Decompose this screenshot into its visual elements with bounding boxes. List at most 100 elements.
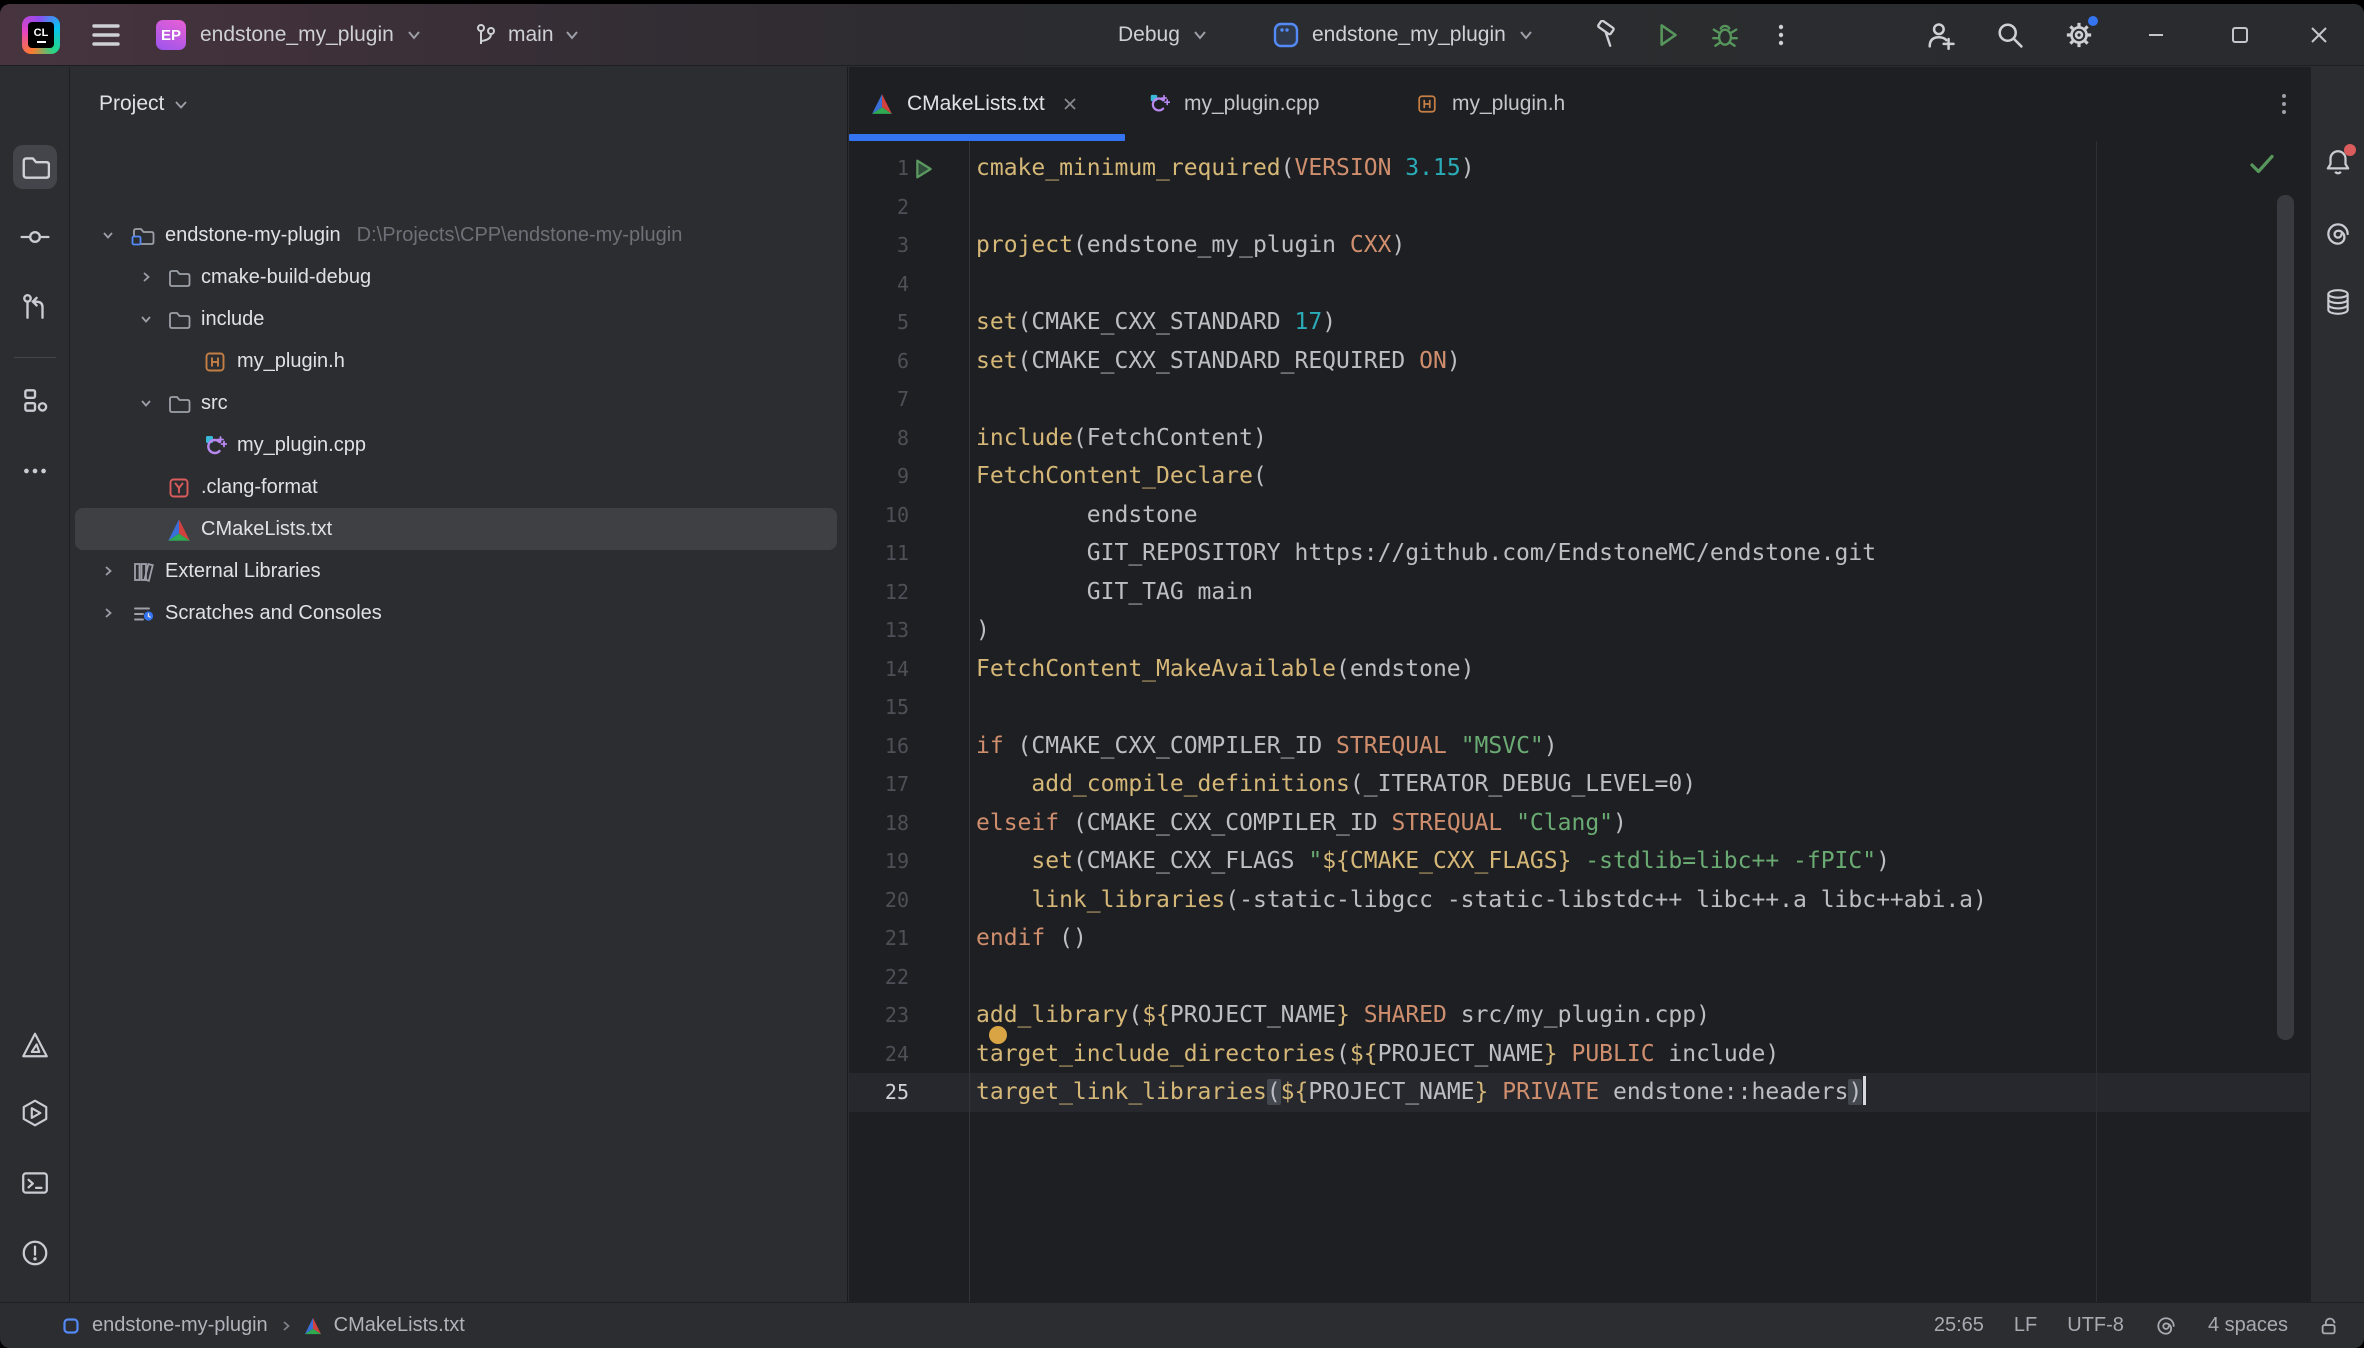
- project-panel-header[interactable]: Project: [99, 89, 188, 119]
- code-line-20[interactable]: 20 link_libraries(-static-libgcc -static…: [849, 881, 2310, 920]
- line-number[interactable]: 12: [849, 573, 909, 612]
- search-everywhere-button[interactable]: [1994, 4, 2026, 66]
- tool-project-button[interactable]: [13, 145, 57, 189]
- line-number[interactable]: 24: [849, 1035, 909, 1074]
- code-line-21[interactable]: 21endif (): [849, 919, 2310, 958]
- encoding-widget[interactable]: UTF-8: [2067, 1314, 2124, 1337]
- caret-position-widget[interactable]: 25:65: [1934, 1314, 1984, 1337]
- line-number[interactable]: 19: [849, 842, 909, 881]
- notifications-button[interactable]: [2318, 144, 2358, 184]
- settings-button[interactable]: [2062, 4, 2096, 66]
- tree-item-scratches[interactable]: Scratches and Consoles: [75, 592, 837, 634]
- code-line-23[interactable]: 23add_library(${PROJECT_NAME} SHARED src…: [849, 996, 2310, 1035]
- code-line-15[interactable]: 15: [849, 688, 2310, 727]
- line-number[interactable]: 3: [849, 226, 909, 265]
- line-number[interactable]: 13: [849, 611, 909, 650]
- line-number[interactable]: 23: [849, 996, 909, 1035]
- database-button[interactable]: [2318, 282, 2358, 322]
- close-button[interactable]: [2287, 4, 2351, 66]
- code-with-me-button[interactable]: [1924, 4, 1956, 66]
- ai-assistant-button[interactable]: [2318, 214, 2358, 254]
- code-line-17[interactable]: 17 add_compile_definitions(_ITERATOR_DEB…: [849, 765, 2310, 804]
- more-run-options-button[interactable]: [1768, 4, 1794, 66]
- line-number[interactable]: 10: [849, 496, 909, 535]
- code-line-4[interactable]: 4: [849, 265, 2310, 304]
- code-line-8[interactable]: 8include(FetchContent): [849, 419, 2310, 458]
- code-line-10[interactable]: 10 endstone: [849, 496, 2310, 535]
- clion-logo-icon[interactable]: CL: [22, 4, 60, 66]
- chevron-right-icon[interactable]: [139, 270, 153, 284]
- proofread-widget[interactable]: [2154, 1314, 2178, 1338]
- line-number[interactable]: 1: [849, 149, 909, 188]
- project-widget[interactable]: EP endstone_my_plugin: [156, 4, 422, 66]
- breadcrumb-project[interactable]: endstone-my-plugin: [92, 1314, 268, 1337]
- line-number[interactable]: 15: [849, 688, 909, 727]
- line-number[interactable]: 25: [849, 1073, 909, 1112]
- code-line-14[interactable]: 14FetchContent_MakeAvailable(endstone): [849, 650, 2310, 689]
- tree-item-external-libraries[interactable]: External Libraries: [75, 550, 837, 592]
- intention-bulb-icon[interactable]: [989, 1026, 1007, 1044]
- run-button[interactable]: [1652, 4, 1682, 66]
- tree-item-cmakelists-selected[interactable]: CMakeLists.txt: [75, 508, 837, 550]
- tool-pull-requests-button[interactable]: [13, 285, 57, 329]
- inspections-ok-icon[interactable]: [2249, 153, 2275, 179]
- tool-commit-button[interactable]: [13, 215, 57, 259]
- build-button[interactable]: [1592, 4, 1622, 66]
- close-tab-icon[interactable]: [1061, 95, 1079, 113]
- line-number[interactable]: 9: [849, 457, 909, 496]
- code-line-25[interactable]: 25target_link_libraries(${PROJECT_NAME} …: [849, 1073, 2310, 1112]
- chevron-down-icon[interactable]: [101, 228, 115, 242]
- tree-item-my-plugin-cpp[interactable]: my_plugin.cpp: [75, 424, 837, 466]
- code-line-2[interactable]: 2: [849, 188, 2310, 227]
- breadcrumb-file[interactable]: CMakeLists.txt: [334, 1314, 465, 1337]
- tree-item-project-root[interactable]: endstone-my-pluginD:\Projects\CPP\endsto…: [75, 214, 837, 256]
- tree-item-include[interactable]: include: [75, 298, 837, 340]
- line-number[interactable]: 6: [849, 342, 909, 381]
- line-number[interactable]: 7: [849, 380, 909, 419]
- chevron-down-icon[interactable]: [139, 396, 153, 410]
- line-number[interactable]: 20: [849, 881, 909, 920]
- code-line-1[interactable]: 1cmake_minimum_required(VERSION 3.15): [849, 149, 2310, 188]
- tool-more-button[interactable]: [13, 449, 57, 493]
- minimize-button[interactable]: [2124, 4, 2188, 66]
- tool-services-button[interactable]: [13, 1091, 57, 1135]
- line-number[interactable]: 4: [849, 265, 909, 304]
- tab-cmakelists[interactable]: CMakeLists.txt: [849, 67, 1125, 141]
- chevron-right-icon[interactable]: [101, 606, 115, 620]
- file-lock-widget[interactable]: [2318, 1314, 2342, 1338]
- code-line-24[interactable]: 24target_include_directories(${PROJECT_N…: [849, 1035, 2310, 1074]
- line-number[interactable]: 16: [849, 727, 909, 766]
- code-line-12[interactable]: 12 GIT_TAG main: [849, 573, 2310, 612]
- indent-widget[interactable]: 4 spaces: [2208, 1314, 2288, 1337]
- code-line-9[interactable]: 9FetchContent_Declare(: [849, 457, 2310, 496]
- debug-button[interactable]: [1710, 4, 1740, 66]
- tree-item-my-plugin-h[interactable]: my_plugin.h: [75, 340, 837, 382]
- code-line-3[interactable]: 3project(endstone_my_plugin CXX): [849, 226, 2310, 265]
- line-number[interactable]: 14: [849, 650, 909, 689]
- tab-options-button[interactable]: [2269, 89, 2299, 119]
- line-separator-widget[interactable]: LF: [2014, 1314, 2037, 1337]
- code-line-7[interactable]: 7: [849, 380, 2310, 419]
- tab-my-plugin-cpp[interactable]: my_plugin.cpp: [1125, 67, 1393, 141]
- tool-terminal-button[interactable]: [13, 1161, 57, 1205]
- main-menu-button[interactable]: [90, 4, 122, 66]
- tool-cmake-button[interactable]: [13, 1023, 57, 1067]
- line-number[interactable]: 22: [849, 958, 909, 997]
- line-number[interactable]: 17: [849, 765, 909, 804]
- tree-item-src[interactable]: src: [75, 382, 837, 424]
- tool-structure-button[interactable]: [13, 379, 57, 423]
- tool-problems-button[interactable]: [13, 1231, 57, 1275]
- code-line-22[interactable]: 22: [849, 958, 2310, 997]
- code-line-18[interactable]: 18elseif (CMAKE_CXX_COMPILER_ID STREQUAL…: [849, 804, 2310, 843]
- editor-scrollbar[interactable]: [2277, 195, 2294, 1040]
- code-line-19[interactable]: 19 set(CMAKE_CXX_FLAGS "${CMAKE_CXX_FLAG…: [849, 842, 2310, 881]
- vcs-branch-widget[interactable]: main: [474, 4, 580, 66]
- code-line-11[interactable]: 11 GIT_REPOSITORY https://github.com/End…: [849, 534, 2310, 573]
- run-configuration-selector[interactable]: endstone_my_plugin: [1272, 4, 1534, 66]
- code-line-5[interactable]: 5set(CMAKE_CXX_STANDARD 17): [849, 303, 2310, 342]
- line-number[interactable]: 8: [849, 419, 909, 458]
- line-number[interactable]: 18: [849, 804, 909, 843]
- tree-item-cmake-build-debug[interactable]: cmake-build-debug: [75, 256, 837, 298]
- line-number[interactable]: 2: [849, 188, 909, 227]
- build-type-selector[interactable]: Debug: [1118, 4, 1208, 66]
